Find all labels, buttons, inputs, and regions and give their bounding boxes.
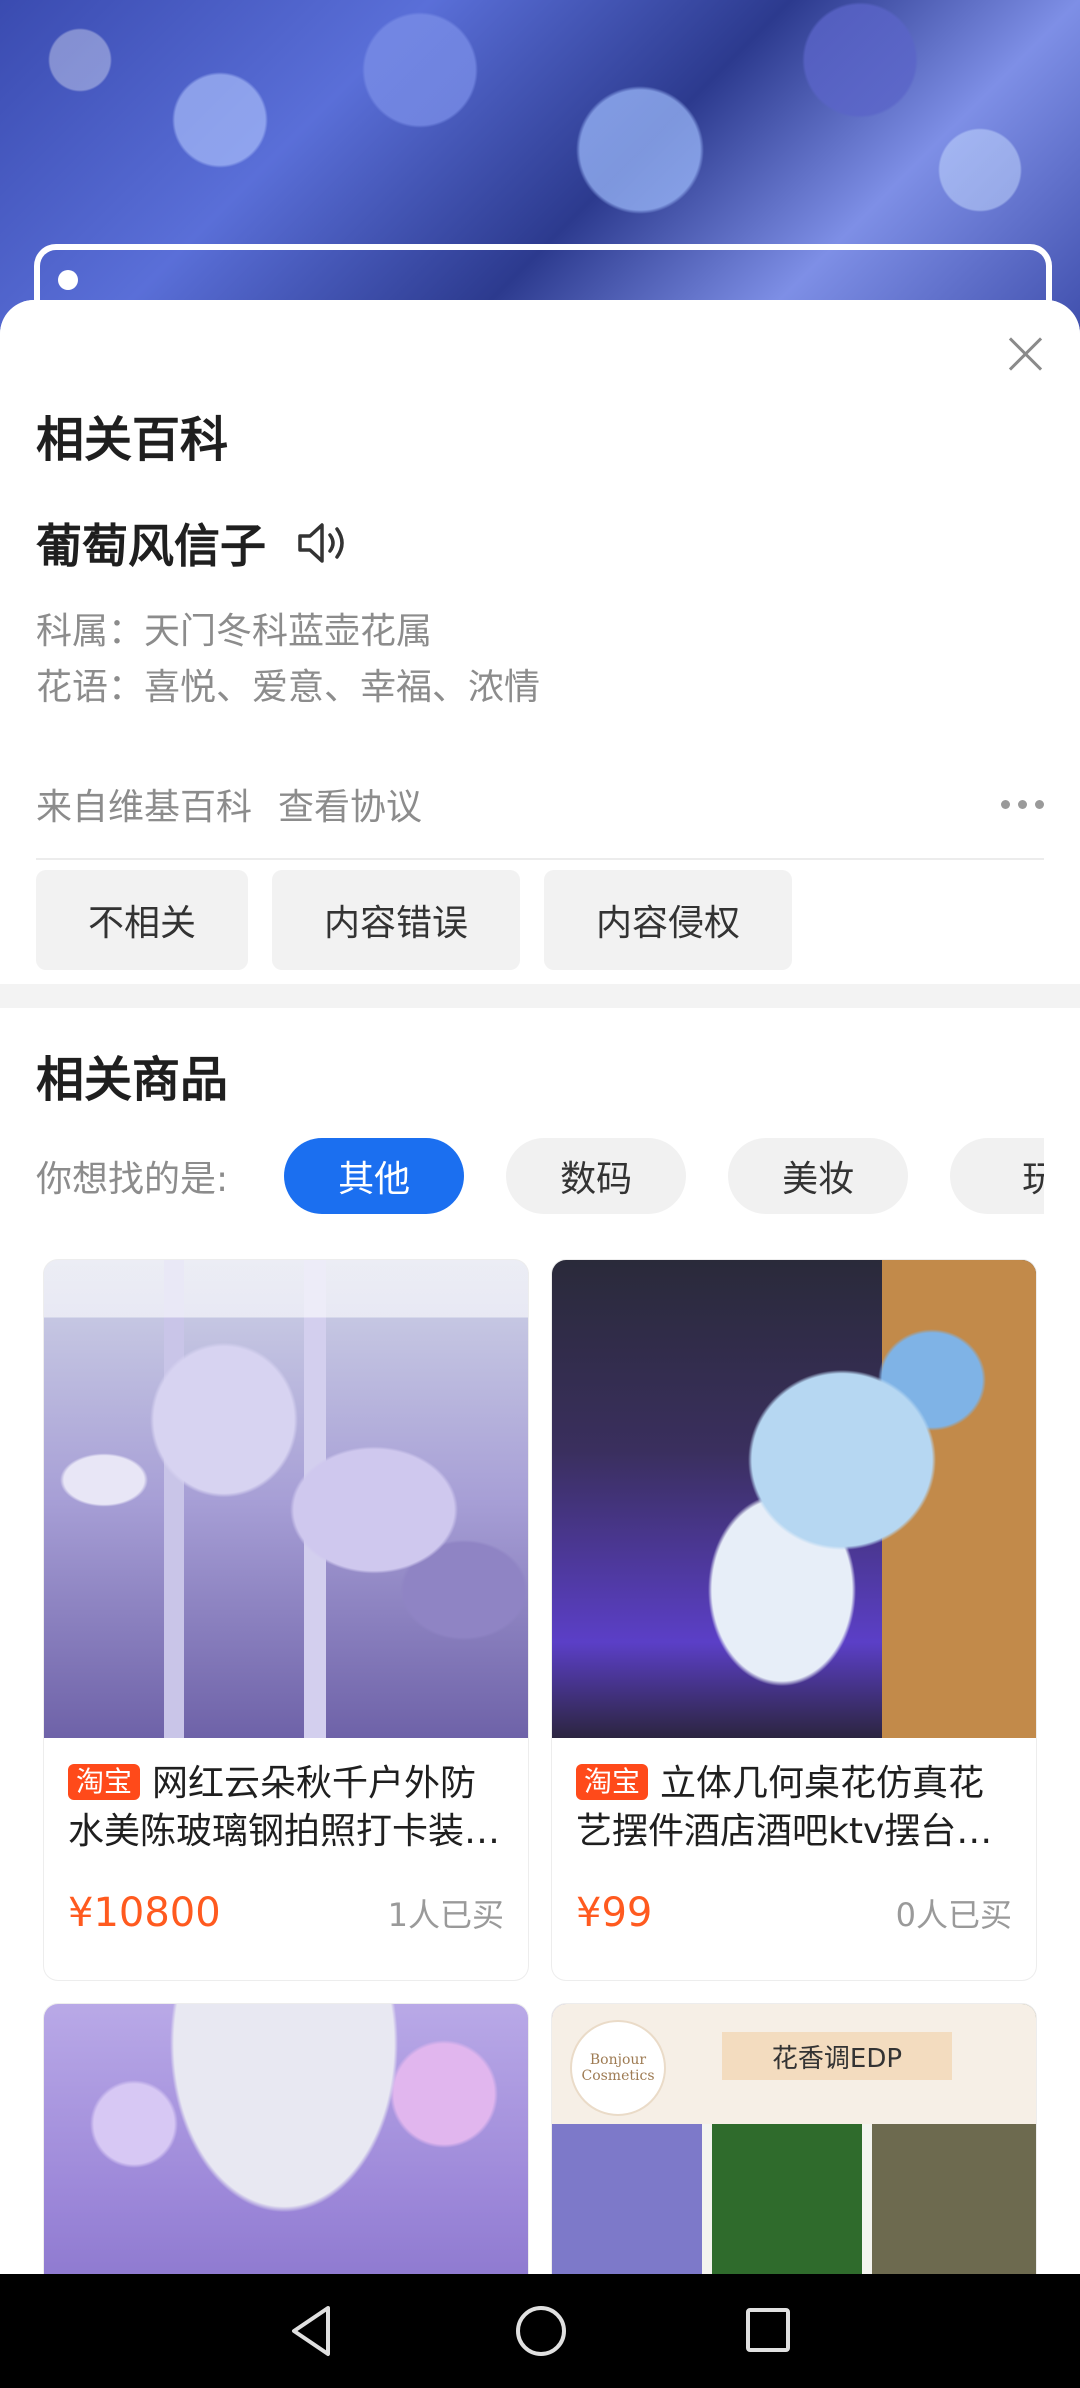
feedback-irrelevant-button[interactable]: 不相关 [36,870,249,970]
goods-section-title: 相关商品 [36,1052,229,1108]
brand-logo: Bonjour Cosmetics [570,2020,666,2116]
feedback-infringement-button[interactable]: 内容侵权 [544,870,793,970]
flower-language-info: 花语：喜悦、爱意、幸福、浓情 [36,667,541,708]
product-card[interactable]: 淘宝 网红云朵秋千户外防水美陈玻璃钢拍照打卡装… ¥10800 1人已买 [44,1260,528,1980]
taobao-badge: 淘宝 [68,1764,141,1800]
scan-indicator-dot [58,270,78,290]
product-sold-count: 0人已买 [895,1896,1012,1934]
product-card[interactable]: 淘宝 立体几何桌花仿真花艺摆件酒店酒吧ktv摆台… ¥99 0人已买 [552,1260,1036,1980]
nav-back-icon[interactable] [288,2304,336,2358]
product-title-block: 淘宝 立体几何桌花仿真花艺摆件酒店酒吧ktv摆台… [552,1738,1036,1862]
product-meta: ¥99 0人已买 [552,1862,1036,1936]
product-meta: ¥10800 1人已买 [44,1862,528,1936]
chip-other[interactable]: 其他 [284,1138,465,1214]
category-filter: 你想找的是: 其他 数码 美妆 玩 [36,1136,1044,1216]
product-sold-count: 1人已买 [387,1896,504,1934]
system-nav-bar [0,2274,1080,2388]
wiki-card: 相关百科 葡萄风信子 科属：天门冬科蓝壶花属 花语：喜悦、爱意、幸福、浓情 来自… [0,300,1080,984]
more-icon[interactable] [1001,799,1044,809]
wiki-section-title: 相关百科 [36,412,229,468]
source-row: 来自维基百科 查看协议 [36,778,1044,830]
nav-home-icon[interactable] [516,2306,566,2356]
result-sheet: 相关百科 葡萄风信子 科属：天门冬科蓝壶花属 花语：喜悦、爱意、幸福、浓情 来自… [0,300,1080,2388]
product-image [552,1260,1036,1738]
taobao-badge: 淘宝 [576,1764,649,1800]
speaker-icon[interactable] [294,518,350,568]
image-label: 花香调EDP [722,2032,952,2080]
agreement-link[interactable]: 查看协议 [278,778,422,830]
chip-toys[interactable]: 玩 [950,1138,1044,1214]
product-price: ¥99 [576,1890,653,1936]
product-image [44,1260,528,1738]
nav-recent-icon[interactable] [746,2308,790,2352]
feedback-error-button[interactable]: 内容错误 [272,870,521,970]
product-price: ¥10800 [68,1890,221,1936]
family-info: 科属：天门冬科蓝壶花属 [36,611,433,652]
filter-label: 你想找的是: [36,1159,229,1200]
wiki-name-row: 葡萄风信子 [36,510,350,576]
product-title-block: 淘宝 网红云朵秋千户外防水美陈玻璃钢拍照打卡装… [44,1738,528,1862]
chip-beauty[interactable]: 美妆 [728,1138,909,1214]
source-link[interactable]: 来自维基百科 [36,778,252,830]
feedback-row: 不相关 内容错误 内容侵权 [36,870,793,970]
close-icon[interactable] [1002,330,1050,378]
chip-digital[interactable]: 数码 [506,1138,687,1214]
plant-name: 葡萄风信子 [36,519,266,573]
divider [36,858,1044,860]
